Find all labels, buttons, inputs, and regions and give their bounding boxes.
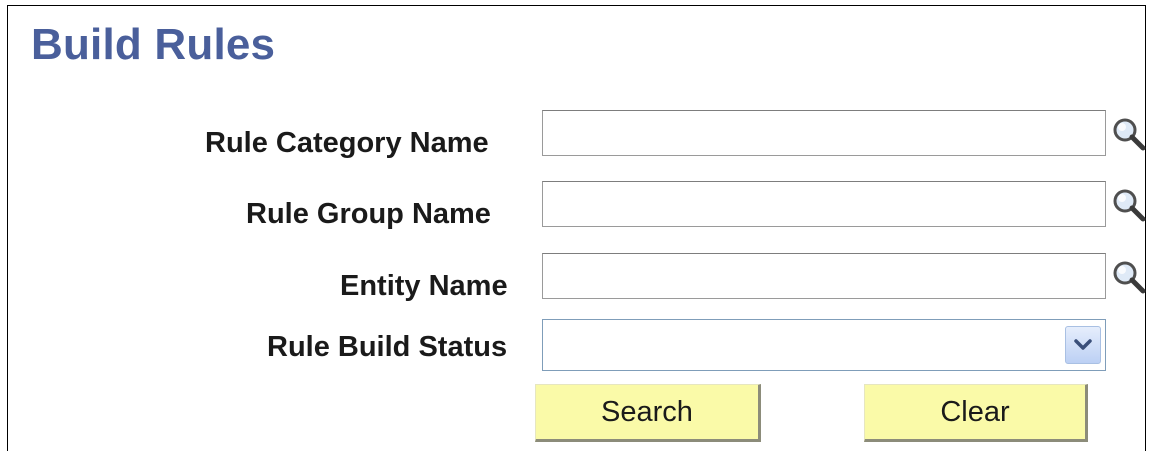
search-button[interactable]: Search [535, 384, 761, 442]
page-title: Build Rules [31, 20, 276, 69]
entity-input[interactable] [542, 253, 1106, 299]
magnifier-icon [1113, 261, 1146, 294]
magnifier-icon [1113, 118, 1146, 151]
rule-group-input[interactable] [542, 181, 1106, 227]
chevron-down-icon [1074, 339, 1092, 350]
build-status-label: Rule Build Status [267, 331, 508, 363]
build-status-dropdown-button[interactable] [1065, 326, 1101, 364]
rule-group-lookup-button[interactable] [1111, 187, 1147, 223]
rule-category-label: Rule Category Name [205, 127, 489, 159]
magnifier-icon [1113, 189, 1146, 222]
page-frame: Build Rules Rule Category Name Rule Grou… [7, 5, 1146, 451]
rule-category-lookup-button[interactable] [1111, 116, 1147, 152]
entity-label: Entity Name [340, 270, 508, 302]
build-status-select[interactable] [542, 319, 1106, 371]
entity-lookup-button[interactable] [1111, 259, 1147, 295]
rule-category-input[interactable] [542, 110, 1106, 156]
clear-button[interactable]: Clear [864, 384, 1088, 442]
rule-group-label: Rule Group Name [246, 198, 491, 230]
